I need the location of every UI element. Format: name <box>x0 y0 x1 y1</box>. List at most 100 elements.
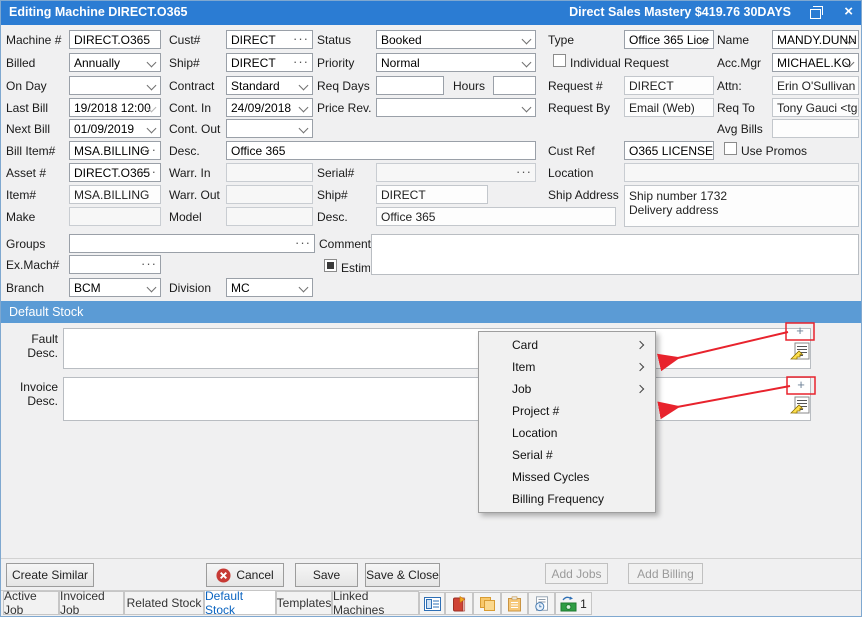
req-to-input: Tony Gauci <tgau <box>772 98 859 117</box>
cancel-button[interactable]: Cancel <box>206 563 284 587</box>
comment-label: Comment <box>319 237 371 251</box>
comment-textarea[interactable] <box>371 234 859 275</box>
ellipsis-button[interactable]: ··· <box>141 256 157 271</box>
menu-item-job[interactable]: Job <box>479 378 655 400</box>
ellipsis-button[interactable]: ··· <box>293 31 309 46</box>
close-icon[interactable]: × <box>844 3 853 20</box>
restore-window-icon[interactable] <box>810 9 821 19</box>
titlebar: Editing Machine DIRECT.O365 Direct Sales… <box>1 1 862 25</box>
on-day-combo[interactable] <box>69 76 161 95</box>
invoice-desc-textarea[interactable] <box>63 377 811 421</box>
make-input[interactable] <box>69 207 161 226</box>
ex-mach-input[interactable]: ··· <box>69 255 161 274</box>
branch-combo[interactable]: BCM <box>69 278 161 297</box>
desc-machine-label: Desc. <box>169 144 200 158</box>
fault-desc-textarea[interactable] <box>63 328 811 369</box>
chevron-down-icon <box>522 58 532 68</box>
asset-input[interactable]: DIRECT.O365··· <box>69 163 161 182</box>
ship-input[interactable]: DIRECT··· <box>226 53 313 72</box>
invoice-edit-note-icon[interactable] <box>790 396 810 415</box>
history-icon[interactable] <box>528 592 555 615</box>
copy-documents-icon[interactable] <box>473 592 501 615</box>
tab-related-stock[interactable]: Related Stock <box>124 591 204 615</box>
next-bill-combo[interactable]: 01/09/2019 <box>69 119 161 138</box>
menu-item-location[interactable]: Location <box>479 422 655 444</box>
menu-item-billing-frequency[interactable]: Billing Frequency <box>479 488 655 510</box>
ex-mach-label: Ex.Mach# <box>6 258 59 272</box>
tab-default-stock[interactable]: Default Stock <box>204 590 276 615</box>
price-rev-label: Price Rev. <box>317 101 371 115</box>
menu-item-serial[interactable]: Serial # <box>479 444 655 466</box>
warr-in-input[interactable] <box>226 163 313 182</box>
save-button[interactable]: Save <box>295 563 358 587</box>
division-combo[interactable]: MC <box>226 278 313 297</box>
contract-combo[interactable]: Standard <box>226 76 313 95</box>
save-close-button[interactable]: Save & Close <box>365 563 440 587</box>
tab-active-job[interactable]: Active Job <box>3 591 59 615</box>
individual-request-checkbox[interactable] <box>553 54 566 67</box>
tab-invoiced-job[interactable]: Invoiced Job <box>59 591 124 615</box>
menu-item-card[interactable]: Card <box>479 334 655 356</box>
create-similar-button[interactable]: Create Similar <box>6 563 94 587</box>
status-combo[interactable]: Booked <box>376 30 536 49</box>
division-label: Division <box>169 281 211 295</box>
report-icon[interactable] <box>419 592 445 615</box>
desc-item-input: Office 365 <box>376 207 616 226</box>
ellipsis-button[interactable]: ··· <box>516 164 532 179</box>
ellipsis-button[interactable]: ··· <box>295 235 311 250</box>
fault-edit-note-icon[interactable] <box>790 342 810 361</box>
billing-count-icon[interactable]: 1 <box>555 592 592 615</box>
item-label: Item# <box>6 188 36 202</box>
req-days-input[interactable] <box>376 76 444 95</box>
book-icon[interactable] <box>445 592 473 615</box>
chevron-down-icon <box>147 283 157 293</box>
type-combo[interactable]: Office 365 Lice <box>624 30 714 49</box>
ellipsis-button[interactable]: ··· <box>141 164 157 179</box>
name-combo[interactable]: MANDY.DUNN <box>772 30 859 49</box>
priority-combo[interactable]: Normal <box>376 53 536 72</box>
menu-item-project[interactable]: Project # <box>479 400 655 422</box>
menu-item-missed-cycles[interactable]: Missed Cycles <box>479 466 655 488</box>
desc-machine-input[interactable]: Office 365 <box>226 141 536 160</box>
bill-item-input[interactable]: MSA.BILLING··· <box>69 141 161 160</box>
price-rev-combo[interactable] <box>376 98 536 117</box>
invoice-desc-label: Invoice Desc. <box>13 380 58 408</box>
cont-out-combo[interactable] <box>226 119 313 138</box>
warr-out-input[interactable] <box>226 185 313 204</box>
last-bill-combo[interactable]: 19/2018 12:00 <box>69 98 161 117</box>
tab-templates[interactable]: Templates <box>276 591 332 615</box>
chevron-down-icon <box>147 58 157 68</box>
location-label: Location <box>548 166 593 180</box>
estimate-checkbox[interactable] <box>324 259 337 272</box>
hours-input[interactable] <box>493 76 536 95</box>
serial-input[interactable]: ··· <box>376 163 536 182</box>
menu-item-item[interactable]: Item <box>479 356 655 378</box>
groups-input[interactable]: ··· <box>69 234 315 253</box>
invoice-add-button[interactable]: + <box>787 377 815 394</box>
clipboard-icon[interactable] <box>501 592 528 615</box>
groups-label: Groups <box>6 237 45 251</box>
billed-combo[interactable]: Annually <box>69 53 161 72</box>
attn-label: Attn: <box>717 79 742 93</box>
model-input[interactable] <box>226 207 313 226</box>
acc-mgr-combo[interactable]: MICHAEL.KO <box>772 53 859 72</box>
bill-item-label: Bill Item# <box>6 144 55 158</box>
branch-label: Branch <box>6 281 44 295</box>
ellipsis-button[interactable]: ··· <box>293 54 309 69</box>
status-label: Status <box>317 33 351 47</box>
cont-in-combo[interactable]: 24/09/2018 <box>226 98 313 117</box>
cust-ref-label: Cust Ref <box>548 144 595 158</box>
default-stock-section-header: Default Stock <box>1 301 862 323</box>
avg-bills-label: Avg Bills <box>717 122 763 136</box>
use-promos-checkbox[interactable] <box>724 142 737 155</box>
ellipsis-button[interactable]: ··· <box>141 142 157 157</box>
cust-ref-input[interactable]: O365 LICENSES <box>624 141 714 160</box>
cancel-x-icon <box>216 568 231 583</box>
tab-linked-machines[interactable]: Linked Machines <box>332 591 419 615</box>
fault-add-button[interactable]: + <box>786 323 814 340</box>
machine-input[interactable]: DIRECT.O365 <box>69 30 161 49</box>
type-label: Type <box>548 33 574 47</box>
next-bill-label: Next Bill <box>6 122 50 136</box>
cust-input[interactable]: DIRECT··· <box>226 30 313 49</box>
location-input[interactable] <box>624 163 859 182</box>
